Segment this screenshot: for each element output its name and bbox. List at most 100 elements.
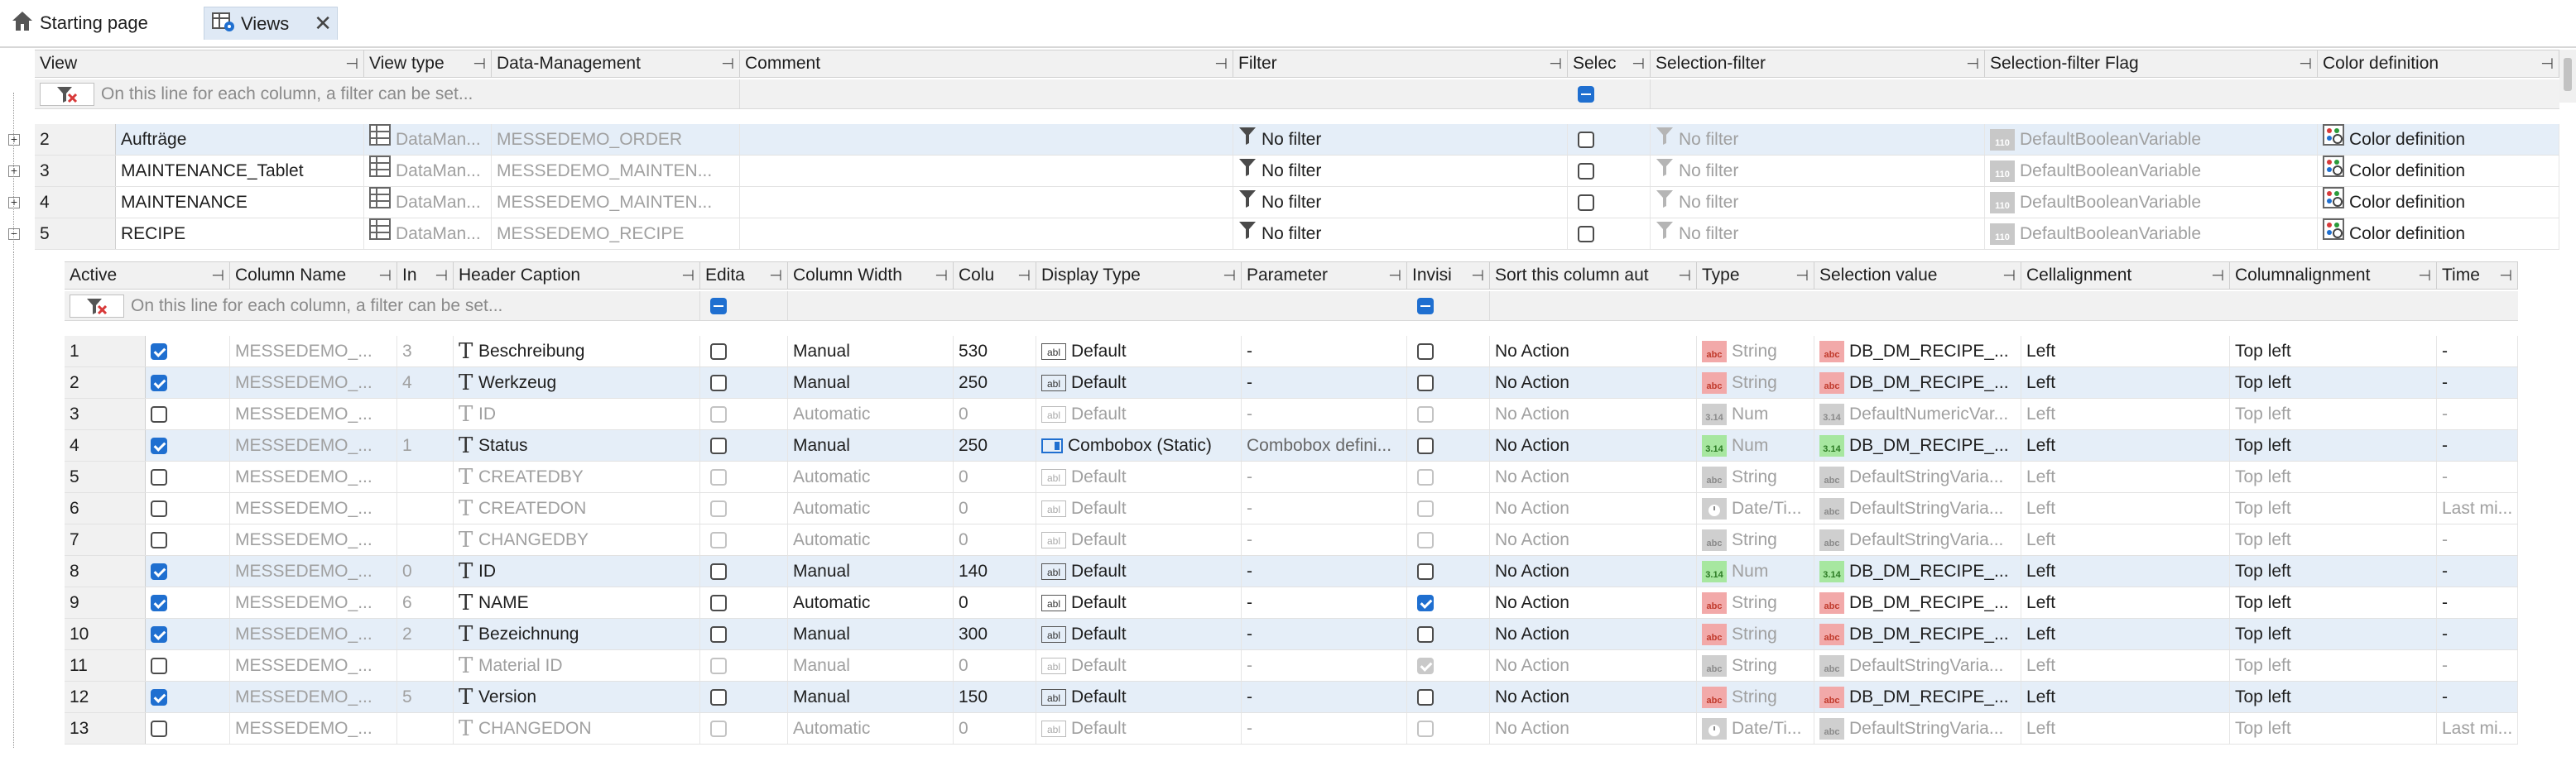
invisible-checkbox[interactable] [1417,406,1434,424]
column-row[interactable]: 8 MESSEDEMO_... 0 T ID Manual 140 abl Default - No… [65,556,2518,587]
column-alignment-cell[interactable]: Top left [2230,556,2437,587]
header-caption-cell[interactable]: T ID [454,556,700,587]
column-row[interactable]: 1 MESSEDEMO_... 3 T Beschreibung Manual 530 abl… [65,336,2518,367]
selection-filter-cell[interactable]: No filter [1651,218,1985,249]
editable-checkbox-cell[interactable] [700,399,788,429]
column-row[interactable]: 3 MESSEDEMO_... T ID Automatic 0 abl Default - No… [65,399,2518,430]
view-row[interactable]: 5 RECIPE DataMan... MESSEDEMO_RECIPE No filt… [35,218,2559,250]
active-checkbox[interactable] [151,500,167,518]
column-header[interactable]: Header Caption ⊣ [454,262,700,289]
invisible-checkbox-cell[interactable] [1407,587,1490,618]
parameter-cell[interactable]: - [1242,556,1407,587]
sort-cell[interactable]: No Action [1490,336,1697,366]
filter-row-hint[interactable]: On this line for each column, a filter c… [35,79,740,108]
column-row[interactable]: 9 MESSEDEMO_... 6 T NAME Automatic 0 abl Default… [65,587,2518,619]
column-width-mode-cell[interactable]: Automatic [788,524,954,555]
active-checkbox[interactable] [151,595,167,612]
display-type-cell[interactable]: abl Default [1036,336,1242,366]
filter-cell[interactable] [700,291,788,320]
column-width-mode-cell[interactable]: Manual [788,619,954,649]
column-row[interactable]: 10 MESSEDEMO_... 2 T Bezeichnung Manual 300 abl… [65,619,2518,650]
pin-icon[interactable]: ⊣ [473,50,486,77]
data-management-cell[interactable]: MESSEDEMO_MAINTEN... [492,156,740,186]
cell-alignment-cell[interactable]: Left [2021,430,2230,461]
type-cell[interactable]: abc String [1697,367,1814,398]
editable-checkbox[interactable] [710,343,727,361]
type-cell[interactable]: abc String [1697,336,1814,366]
index-cell[interactable]: 0 [397,556,454,587]
column-width-cell[interactable]: 140 [954,556,1036,587]
active-checkbox-cell[interactable] [146,430,230,461]
column-width-mode-cell[interactable]: Manual [788,650,954,681]
column-row[interactable]: 13 MESSEDEMO_... T CHANGEDON Automatic 0 abl De… [65,713,2518,745]
data-management-cell[interactable]: MESSEDEMO_ORDER [492,124,740,155]
column-alignment-cell[interactable]: Top left [2230,587,2437,618]
selection-value-cell[interactable]: abc DB_DM_RECIPE_... [1814,367,2021,398]
pin-icon[interactable]: ⊣ [435,262,448,289]
pin-icon[interactable]: ⊣ [1471,262,1484,289]
selection-checkbox-cell[interactable] [1568,187,1651,218]
sort-cell[interactable]: No Action [1490,682,1697,712]
column-header[interactable]: Column Width ⊣ [788,262,954,289]
active-checkbox[interactable] [151,343,167,361]
selection-value-cell[interactable]: abc DefaultStringVaria... [1814,713,2021,744]
parameter-cell[interactable]: - [1242,650,1407,681]
pin-icon[interactable]: ⊣ [1223,262,1236,289]
display-type-cell[interactable]: abl Default [1036,682,1242,712]
parameter-cell[interactable]: - [1242,399,1407,429]
filter-cell[interactable]: No filter [1233,187,1568,218]
color-definition-cell[interactable]: Color definition [2318,218,2559,249]
type-cell[interactable]: 3.14 Num [1697,556,1814,587]
column-name-cell[interactable]: MESSEDEMO_... [230,367,397,398]
editable-checkbox-cell[interactable] [700,462,788,492]
column-alignment-cell[interactable]: Top left [2230,399,2437,429]
column-header[interactable]: Columnalignment ⊣ [2230,262,2437,289]
type-cell[interactable]: abc String [1697,619,1814,649]
invisible-checkbox-cell[interactable] [1407,430,1490,461]
invisible-checkbox[interactable] [1417,343,1434,361]
sort-cell[interactable]: No Action [1490,619,1697,649]
column-width-cell[interactable]: 530 [954,336,1036,366]
display-type-cell[interactable]: abl Default [1036,367,1242,398]
column-name-cell[interactable]: MESSEDEMO_... [230,399,397,429]
cell-alignment-cell[interactable]: Left [2021,524,2230,555]
selection-filter-flag-cell[interactable]: 110 DefaultBooleanVariable [1985,218,2318,249]
parameter-cell[interactable]: Combobox defini... [1242,430,1407,461]
time-cell[interactable]: - [2437,399,2518,429]
view-type-cell[interactable]: DataMan... [364,156,492,186]
pin-icon[interactable]: ⊣ [721,50,734,77]
pin-icon[interactable]: ⊣ [769,262,782,289]
column-row[interactable]: 2 MESSEDEMO_... 4 T Werkzeug Manual 250 abl Defa… [65,367,2518,399]
index-cell[interactable]: 4 [397,367,454,398]
column-width-cell[interactable]: 0 [954,399,1036,429]
active-checkbox[interactable] [151,469,167,486]
active-checkbox[interactable] [151,438,167,455]
pin-icon[interactable]: ⊣ [211,262,224,289]
editable-checkbox[interactable] [710,563,727,581]
pin-icon[interactable]: ⊣ [2002,262,2016,289]
column-header[interactable]: Edita ⊣ [700,262,788,289]
header-caption-cell[interactable]: T Bezeichnung [454,619,700,649]
time-cell[interactable]: - [2437,336,2518,366]
column-alignment-cell[interactable]: Top left [2230,713,2437,744]
pin-icon[interactable]: ⊣ [1795,262,1809,289]
parameter-cell[interactable]: - [1242,619,1407,649]
editable-checkbox[interactable] [710,626,727,644]
column-header[interactable]: Selec ⊣ [1568,50,1651,77]
tristate-checkbox[interactable] [710,298,727,315]
display-type-cell[interactable]: abl Default [1036,713,1242,744]
active-checkbox-cell[interactable] [146,524,230,555]
column-header[interactable]: Selection-filter ⊣ [1651,50,1985,77]
column-alignment-cell[interactable]: Top left [2230,682,2437,712]
filter-cell[interactable]: No filter [1233,156,1568,186]
display-type-cell[interactable]: abl Default [1036,619,1242,649]
invisible-checkbox[interactable] [1417,532,1434,549]
display-type-cell[interactable]: abl Default [1036,399,1242,429]
parameter-cell[interactable]: - [1242,367,1407,398]
selection-value-cell[interactable]: 3.14 DefaultNumericVar... [1814,399,2021,429]
active-checkbox-cell[interactable] [146,619,230,649]
cell-alignment-cell[interactable]: Left [2021,462,2230,492]
active-checkbox-cell[interactable] [146,399,230,429]
time-cell[interactable]: - [2437,556,2518,587]
selection-value-cell[interactable]: 3.14 DB_DM_RECIPE_... [1814,556,2021,587]
